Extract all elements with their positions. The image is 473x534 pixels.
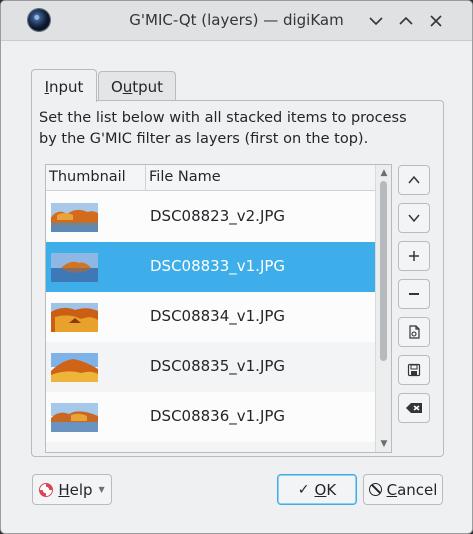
scroll-up-arrow-icon[interactable]: ▲: [379, 168, 389, 178]
instructions-text: Set the list below with all stacked item…: [39, 110, 407, 147]
file-name: DSC08836_v1.JPG: [150, 407, 286, 425]
thumbnail-image: [51, 353, 98, 382]
remove-button[interactable]: [398, 279, 430, 309]
close-button[interactable]: [425, 10, 447, 32]
tab-input-label: nput: [49, 78, 84, 96]
save-button[interactable]: [398, 355, 430, 385]
vertical-scrollbar[interactable]: ▲ ▼: [375, 165, 391, 452]
clear-list-button[interactable]: [398, 393, 430, 423]
close-icon: [430, 15, 442, 27]
thumbnail-image: [51, 203, 98, 232]
scroll-down-arrow-icon[interactable]: ▼: [379, 439, 389, 449]
tab-output-mnemonic: u: [122, 78, 133, 96]
load-button[interactable]: [398, 317, 430, 347]
column-header-thumbnail[interactable]: Thumbnail: [49, 169, 126, 185]
minimize-button[interactable]: [365, 10, 387, 32]
thumbnail-image: [51, 253, 98, 282]
tab-output[interactable]: Output: [98, 71, 176, 101]
cancel-icon: [368, 483, 382, 496]
help-label: Help: [58, 480, 93, 499]
document-open-icon: [409, 325, 420, 339]
cancel-label: Cancel: [386, 480, 438, 499]
chevron-down-icon: [408, 214, 420, 223]
list-item[interactable]: DSC08835_v1.JPG: [46, 342, 376, 392]
thumbnail-image: [51, 403, 98, 432]
tab-output-label-post: tput: [132, 78, 164, 96]
cancel-button[interactable]: Cancel: [363, 474, 443, 505]
ok-button[interactable]: ✓ OK: [277, 474, 357, 505]
file-name: DSC08835_v1.JPG: [150, 357, 286, 375]
layers-list[interactable]: Thumbnail File Name DSC08823_v2.JPG DSC0…: [45, 164, 392, 453]
checkmark-icon: ✓: [297, 481, 310, 498]
clear-icon: [406, 403, 422, 413]
move-up-button[interactable]: [398, 165, 430, 195]
column-divider[interactable]: [145, 165, 146, 191]
list-item[interactable]: DSC08834_v1.JPG: [46, 292, 376, 342]
chevron-up-icon: [408, 175, 420, 184]
help-lifebuoy-icon: [39, 482, 54, 497]
column-header-file-name[interactable]: File Name: [149, 169, 221, 185]
list-item-partial[interactable]: [46, 442, 376, 452]
list-rows: DSC08823_v2.JPG DSC08833_v1.JPG DSC08834…: [46, 192, 376, 452]
scrollbar-thumb[interactable]: [380, 181, 387, 361]
save-icon: [407, 363, 421, 377]
list-item[interactable]: DSC08823_v2.JPG: [46, 192, 376, 242]
add-button[interactable]: [398, 241, 430, 271]
maximize-button[interactable]: [395, 10, 417, 32]
chevron-up-icon: [399, 16, 413, 25]
thumbnail-image: [51, 303, 98, 332]
file-name: DSC08834_v1.JPG: [150, 307, 286, 325]
dropdown-arrow-icon: ▼: [98, 485, 105, 494]
help-button[interactable]: Help ▼: [32, 474, 112, 505]
list-header: Thumbnail File Name: [46, 165, 376, 191]
gmic-layers-dialog: G'MIC-Qt (layers) — digiKam Input Output…: [0, 0, 473, 534]
chevron-down-icon: [369, 17, 383, 26]
tab-output-label-pre: O: [110, 78, 123, 96]
title-bar[interactable]: G'MIC-Qt (layers) — digiKam: [1, 1, 472, 41]
list-item[interactable]: DSC08836_v1.JPG: [46, 392, 376, 442]
file-name: DSC08823_v2.JPG: [150, 207, 286, 225]
plus-icon: [409, 251, 419, 261]
list-item[interactable]: DSC08833_v1.JPG: [46, 242, 376, 292]
ok-label: OK: [314, 480, 337, 499]
minus-icon: [409, 293, 419, 295]
tab-input[interactable]: Input: [31, 69, 97, 102]
file-name: DSC08833_v1.JPG: [150, 257, 286, 275]
move-down-button[interactable]: [398, 203, 430, 233]
